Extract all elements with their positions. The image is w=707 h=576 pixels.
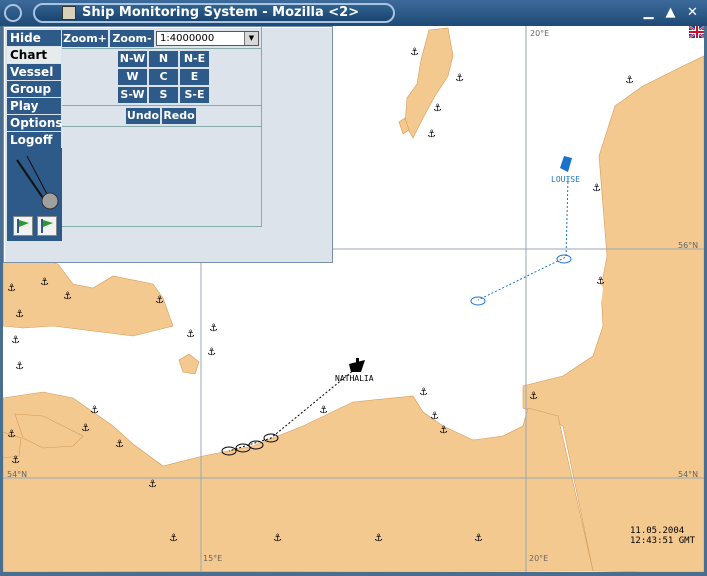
- pan-center-button[interactable]: C: [149, 69, 178, 85]
- drag-tool-icon[interactable]: [7, 148, 62, 213]
- menu-logoff[interactable]: Logoff: [7, 132, 61, 148]
- anchor-icon: ⚓: [186, 329, 195, 340]
- anchor-icon: ⚓: [410, 47, 419, 58]
- anchor-icon: ⚓: [7, 429, 16, 440]
- scale-value: 1:4000000: [160, 33, 215, 44]
- pan-n-button[interactable]: N: [149, 51, 178, 67]
- zoom-out-button[interactable]: Zoom-: [110, 30, 154, 47]
- anchor-icon: ⚓: [115, 439, 124, 450]
- flag-start-icon[interactable]: [13, 216, 33, 236]
- zoom-in-button[interactable]: Zoom+: [62, 30, 108, 47]
- coord-label: 20°E: [529, 554, 549, 563]
- anchor-icon: ⚓: [155, 295, 164, 306]
- anchor-icon: ⚓: [7, 283, 16, 294]
- anchor-icon: ⚓: [273, 533, 282, 544]
- window-menu-button[interactable]: [4, 4, 22, 22]
- flag-buttons: [7, 213, 62, 240]
- redo-button[interactable]: Redo: [162, 108, 196, 124]
- anchor-icon: ⚓: [474, 533, 483, 544]
- anchor-icon: ⚓: [455, 73, 464, 84]
- anchor-icon: ⚓: [15, 309, 24, 320]
- uk-flag-icon[interactable]: [689, 26, 704, 38]
- title-bar: Ship Monitoring System - Mozilla <2> ▁ ▲…: [0, 0, 707, 26]
- flag-end-icon[interactable]: [37, 216, 57, 236]
- anchor-icon: ⚓: [169, 533, 178, 544]
- anchor-icon: ⚓: [374, 533, 383, 544]
- pan-sw-button[interactable]: S-W: [118, 87, 147, 103]
- vessel-nathalia-icon[interactable]: [347, 356, 367, 374]
- anchor-icon: ⚓: [40, 277, 49, 288]
- anchor-icon: ⚓: [625, 75, 634, 86]
- vessel-louise-label[interactable]: LOUISE: [551, 175, 580, 184]
- menu-chart[interactable]: Chart: [7, 47, 61, 63]
- anchor-icon: ⚓: [529, 391, 538, 402]
- pan-se-button[interactable]: S-E: [180, 87, 209, 103]
- anchor-icon: ⚓: [207, 347, 216, 358]
- anchor-icon: ⚓: [81, 423, 90, 434]
- menu-hide[interactable]: Hide: [7, 30, 61, 46]
- menu-vessel[interactable]: Vessel: [7, 64, 61, 80]
- anchor-icon: ⚓: [439, 425, 448, 436]
- vessel-nathalia-label[interactable]: NATHALIA: [335, 374, 374, 383]
- anchor-icon: ⚓: [63, 291, 72, 302]
- menu-options[interactable]: Options: [7, 115, 63, 131]
- pan-s-button[interactable]: S: [149, 87, 178, 103]
- pan-e-button[interactable]: E: [180, 69, 209, 85]
- anchor-icon: ⚓: [15, 361, 24, 372]
- anchor-icon: ⚓: [11, 455, 20, 466]
- minimize-icon[interactable]: ▁: [640, 4, 657, 21]
- browser-icon: [62, 6, 76, 20]
- coord-label: 54°N: [7, 470, 28, 479]
- main-menu: Hide Chart Vessel Group Play Options Log…: [7, 30, 63, 149]
- datetime-readout: 11.05.2004 12:43:51 GMT: [630, 526, 695, 546]
- anchor-icon: ⚓: [419, 387, 428, 398]
- anchor-icon: ⚓: [596, 276, 605, 287]
- anchor-icon: ⚓: [592, 183, 601, 194]
- vessel-louise-icon[interactable]: [558, 154, 574, 174]
- anchor-icon: ⚓: [148, 479, 157, 490]
- anchor-icon: ⚓: [11, 335, 20, 346]
- scale-select[interactable]: 1:4000000 ▼: [156, 31, 259, 46]
- coord-label: 15°E: [203, 554, 223, 563]
- close-icon[interactable]: ✕: [684, 4, 701, 21]
- undo-button[interactable]: Undo: [126, 108, 160, 124]
- date-label: 11.05.2004: [630, 526, 685, 536]
- pan-ne-button[interactable]: N-E: [180, 51, 209, 67]
- anchor-icon: ⚓: [430, 411, 439, 422]
- coord-label: 20°E: [530, 29, 550, 38]
- pan-w-button[interactable]: W: [118, 69, 147, 85]
- coord-label: 54°N: [678, 470, 699, 479]
- anchor-icon: ⚓: [209, 323, 218, 334]
- anchor-icon: ⚓: [427, 129, 436, 140]
- anchor-icon: ⚓: [319, 405, 328, 416]
- maximize-icon[interactable]: ▲: [662, 4, 679, 21]
- pan-nw-button[interactable]: N-W: [118, 51, 147, 67]
- time-label: 12:43:51 GMT: [630, 536, 696, 546]
- control-panel: Hide Chart Vessel Group Play Options Log…: [3, 26, 333, 263]
- chevron-down-icon[interactable]: ▼: [244, 32, 258, 45]
- menu-play[interactable]: Play: [7, 98, 61, 114]
- anchor-icon: ⚓: [433, 103, 442, 114]
- window-title: Ship Monitoring System - Mozilla <2>: [82, 5, 360, 20]
- menu-group[interactable]: Group: [7, 81, 61, 97]
- coord-label: 56°N: [678, 241, 699, 250]
- anchor-icon: ⚓: [90, 405, 99, 416]
